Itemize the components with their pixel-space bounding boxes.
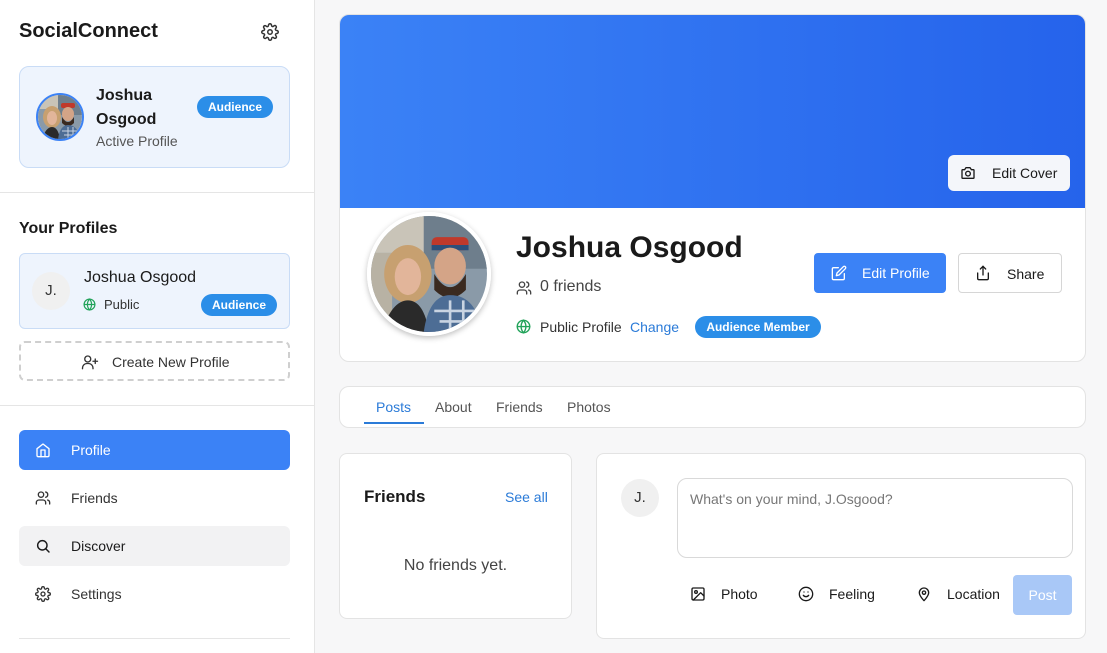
create-new-profile-button[interactable]: Create New Profile	[19, 341, 290, 381]
sidebar-divider	[19, 638, 290, 639]
profile-item-name: Joshua Osgood	[84, 269, 197, 286]
your-profiles-heading: Your Profiles	[19, 220, 118, 237]
profile-item-visibility: Public	[104, 297, 140, 312]
profile-name: Joshua Osgood	[516, 231, 743, 264]
camera-icon	[961, 167, 975, 179]
audience-member-badge: Audience Member	[695, 316, 821, 338]
audience-badge: Audience	[197, 96, 273, 118]
avatar	[36, 93, 84, 141]
edit-icon	[831, 265, 847, 281]
edit-cover-label: Edit Cover	[992, 165, 1058, 181]
home-icon	[36, 443, 50, 458]
share-button[interactable]: Share	[958, 253, 1062, 293]
edit-cover-button[interactable]: Edit Cover	[948, 155, 1070, 191]
map-pin-icon	[918, 587, 930, 602]
share-icon	[977, 265, 989, 281]
photo-label: Photo	[721, 586, 758, 602]
post-button[interactable]: Post	[1013, 575, 1072, 615]
create-new-profile-label: Create New Profile	[112, 354, 230, 370]
friends-empty-state: No friends yet.	[403, 557, 508, 574]
users-icon	[516, 281, 532, 295]
profile-initial-avatar: J.	[32, 272, 70, 310]
app-brand: SocialConnect	[19, 20, 158, 42]
active-profile-card: Joshua Osgood Active Profile Audience	[19, 66, 290, 168]
users-icon	[35, 491, 51, 505]
sidebar-divider	[0, 192, 315, 193]
profile-list-item[interactable]: J. Joshua Osgood Public Audience	[19, 253, 290, 329]
see-all-link[interactable]: See all	[505, 489, 548, 505]
edit-profile-label: Edit Profile	[862, 265, 930, 281]
nav-item-label: Settings	[71, 586, 122, 602]
active-tab-indicator	[364, 422, 424, 424]
profile-tabs: Posts About Friends Photos	[339, 386, 1086, 428]
active-profile-name: Joshua Osgood	[96, 87, 157, 128]
change-visibility-link[interactable]: Change	[630, 319, 679, 335]
nav-item-profile[interactable]: Profile	[19, 430, 290, 470]
post-composer: J. Photo Feeling Location Post	[596, 453, 1086, 639]
globe-icon	[516, 319, 531, 334]
profile-visibility: Public Profile	[540, 319, 622, 335]
audience-badge: Audience	[201, 294, 277, 316]
nav-item-settings[interactable]: Settings	[19, 574, 290, 614]
feeling-label: Feeling	[829, 586, 875, 602]
user-plus-icon	[81, 355, 99, 370]
sidebar: SocialConnect Joshua Osgood Active Profi…	[0, 0, 315, 653]
tab-about[interactable]: About	[435, 399, 472, 415]
post-input[interactable]	[677, 478, 1073, 558]
smile-icon	[798, 586, 814, 602]
image-icon	[691, 587, 705, 601]
location-label: Location	[947, 586, 1000, 602]
tab-posts[interactable]: Posts	[376, 399, 411, 415]
nav-item-label: Discover	[71, 538, 126, 554]
search-icon	[36, 539, 50, 553]
sidebar-divider	[0, 405, 315, 406]
friends-panel: Friends See all No friends yet.	[339, 453, 572, 619]
globe-icon	[83, 298, 96, 311]
share-label: Share	[1007, 266, 1045, 282]
active-profile-status: Active Profile	[96, 133, 178, 149]
gear-icon	[35, 586, 51, 602]
edit-profile-button[interactable]: Edit Profile	[814, 253, 946, 293]
tab-photos[interactable]: Photos	[567, 399, 611, 415]
nav-item-discover[interactable]: Discover	[19, 526, 290, 566]
tab-friends[interactable]: Friends	[496, 399, 543, 415]
profile-header-card: Edit Cover Joshua Osgood 0 friends Publi…	[339, 14, 1086, 362]
nav-item-label: Friends	[71, 490, 118, 506]
nav-item-label: Profile	[71, 442, 111, 458]
composer-avatar: J.	[621, 479, 659, 517]
nav-item-friends[interactable]: Friends	[19, 478, 290, 518]
gear-icon[interactable]	[261, 23, 279, 41]
friends-panel-title: Friends	[364, 487, 426, 506]
profile-avatar[interactable]	[367, 212, 491, 336]
friends-count: 0 friends	[540, 278, 602, 295]
